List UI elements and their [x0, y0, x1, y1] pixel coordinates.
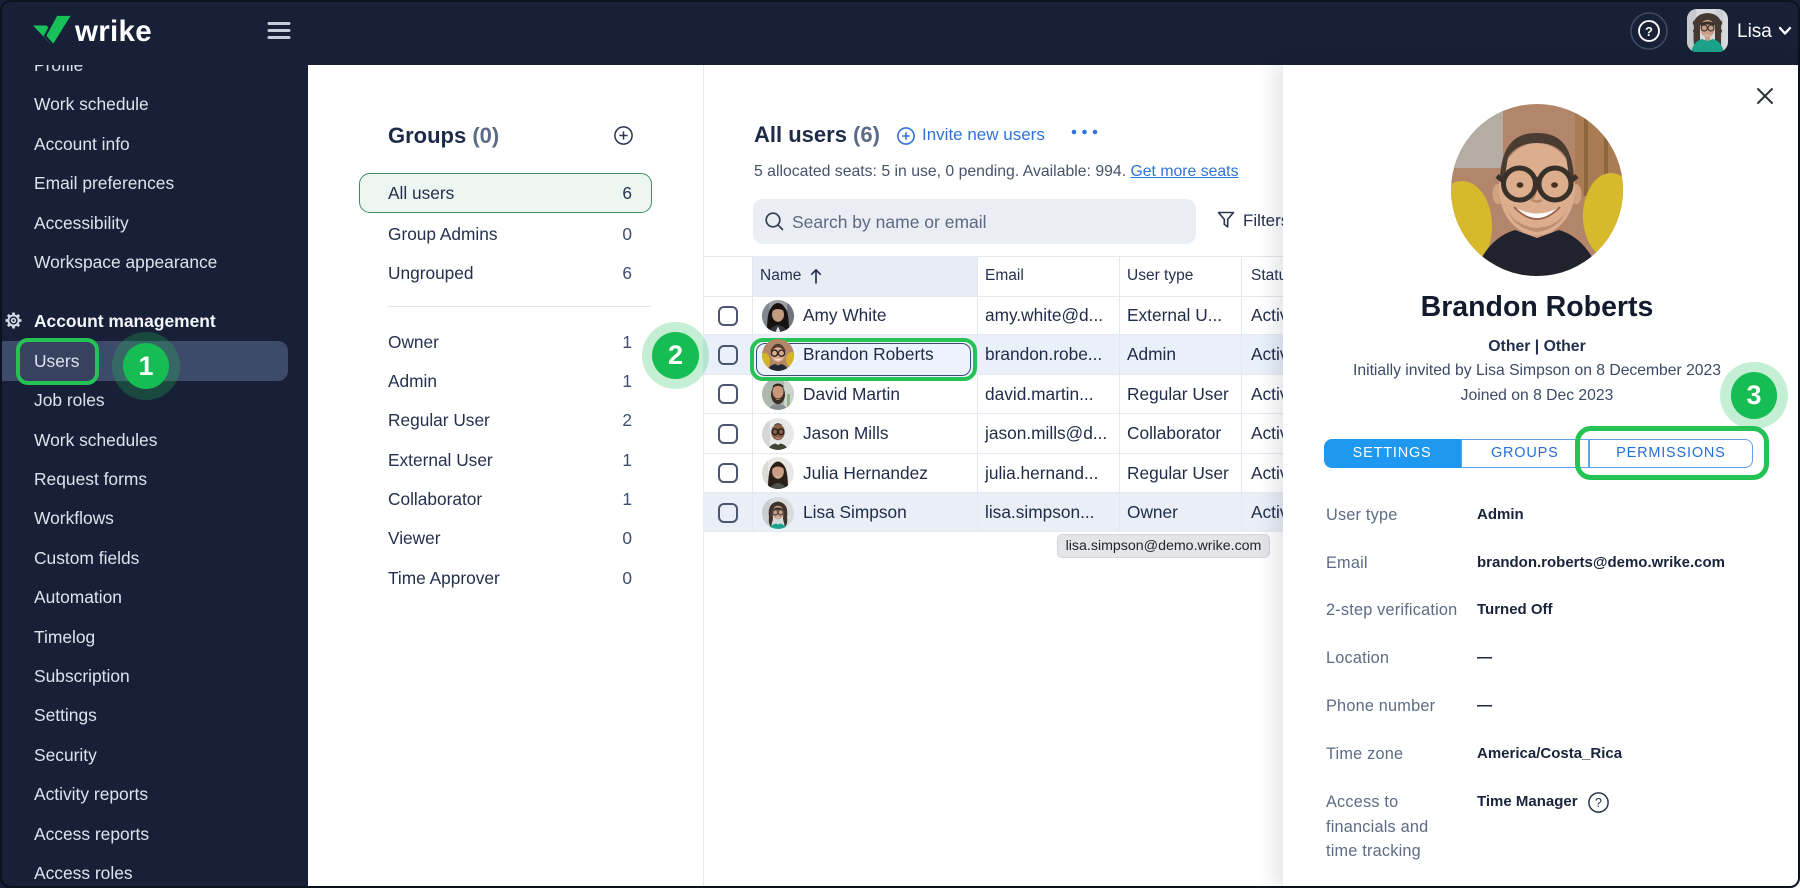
svg-text:?: ? [1595, 796, 1602, 810]
svg-text:wrike: wrike [74, 15, 152, 46]
svg-text:?: ? [1645, 24, 1653, 39]
